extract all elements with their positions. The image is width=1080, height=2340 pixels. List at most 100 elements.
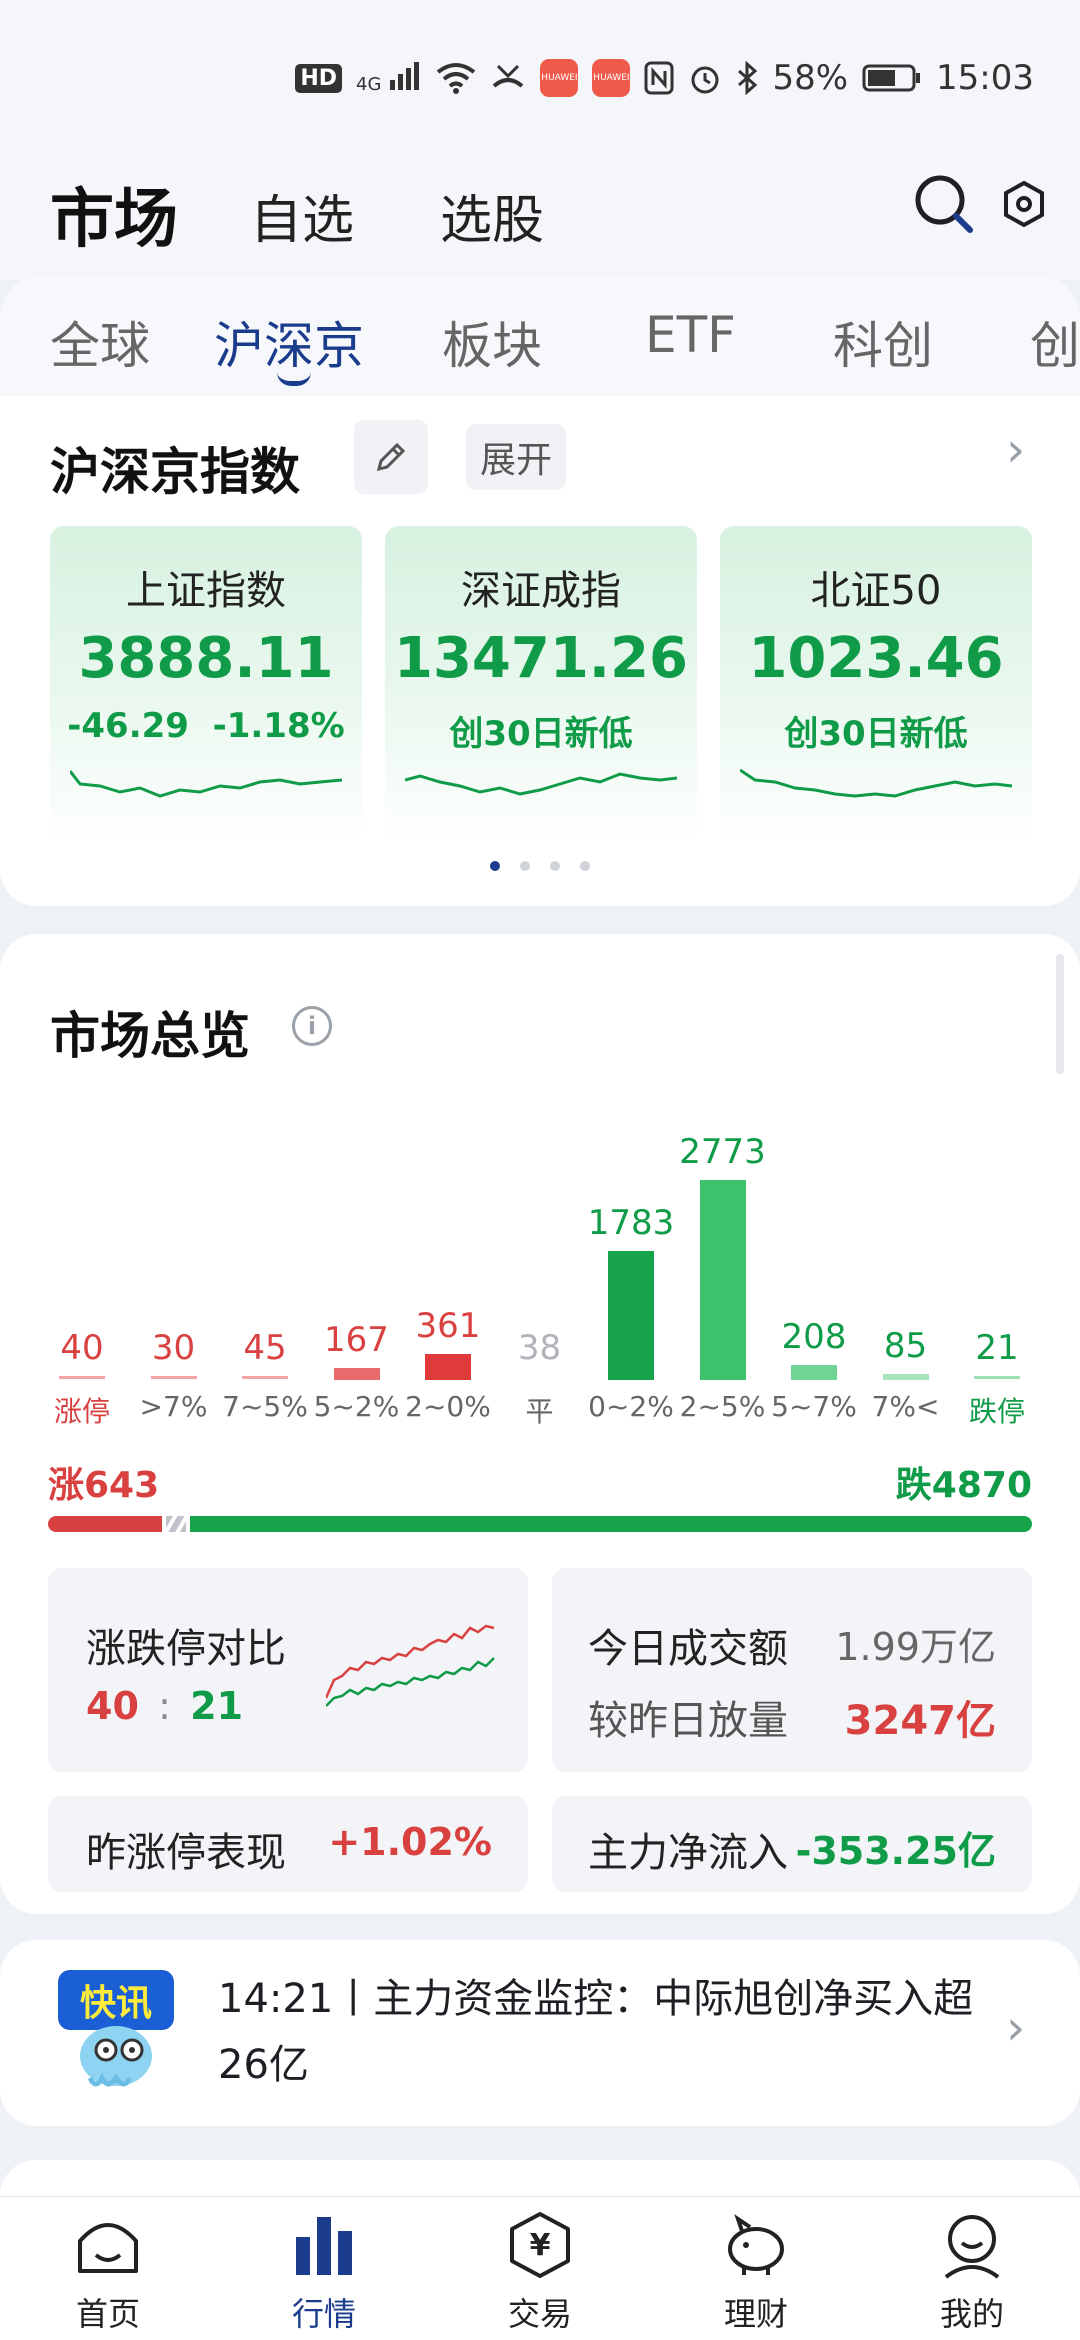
fall-count-label: 跌4870 [895, 1465, 1032, 1506]
tab-hushenjing[interactable]: 沪深京 [214, 306, 364, 378]
turnover-panel[interactable]: 今日成交额 1.99万亿 较昨日放量 3247亿 [552, 1568, 1032, 1772]
edit-button[interactable] [354, 420, 428, 494]
bar-value-label: 167 [324, 1320, 389, 1360]
tab-watchlist[interactable]: 自选 [250, 178, 354, 253]
bar-category-label: 7%< [871, 1390, 940, 1423]
search-icon[interactable] [912, 172, 976, 236]
tab-etf[interactable]: ETF [645, 306, 736, 364]
turnover-title: 今日成交额 [588, 1626, 788, 1672]
nav-market[interactable]: 行情 [244, 2197, 404, 2340]
rise-fall-ratio-bar [48, 1516, 1032, 1532]
index-note: 创30日新低 [449, 714, 633, 754]
bar-value-label: 1783 [587, 1203, 675, 1243]
bar-category-label: 2~0% [405, 1390, 491, 1423]
bar [791, 1365, 837, 1380]
index-section-title: 沪深京指数 [50, 443, 300, 501]
bar [59, 1376, 105, 1379]
status-bar: HD 4G HUAWEI HUAWEI 58% 15:03 [0, 0, 1080, 150]
nav-home[interactable]: 首页 [28, 2197, 188, 2340]
index-note: 创30日新低 [784, 714, 968, 754]
chevron-right-icon[interactable]: › [1006, 2000, 1025, 2056]
bar-value-label: 45 [243, 1328, 287, 1368]
index-sparkline [70, 770, 342, 798]
ratio-bar-fall [190, 1516, 1032, 1532]
tab-chinext[interactable]: 创 [1030, 306, 1080, 378]
bar [242, 1376, 288, 1379]
yuan-hexagon-icon: ¥ [510, 2212, 570, 2278]
tab-global[interactable]: 全球 [50, 306, 150, 378]
index-name: 上证指数 [126, 568, 286, 614]
bar-category-label: 涨停 [53, 1395, 110, 1428]
nav-wealth[interactable]: 理财 [676, 2197, 836, 2340]
yesterday-limit-title: 昨涨停表现 [86, 1830, 286, 1876]
ratio-bar-flat [166, 1516, 186, 1532]
index-tile-beijing[interactable]: 北证50 1023.46 创30日新低 [720, 526, 1032, 846]
bluetooth-icon [738, 61, 758, 95]
news-headline: 14:21丨主力资金监控：中际旭创净买入超26亿 [218, 1976, 974, 2088]
bar-value-label: 21 [975, 1328, 1019, 1368]
turnover-compare-label: 较昨日放量 [588, 1698, 788, 1744]
index-sparkline [405, 772, 677, 796]
bar-value-label: 361 [415, 1306, 481, 1346]
missed-call-icon [493, 64, 524, 88]
tab-star-market[interactable]: 科创 [833, 306, 933, 378]
tab-stock-picker[interactable]: 选股 [440, 178, 544, 253]
hd-icon: HD [295, 63, 343, 93]
distribution-bar-chart: 40 涨停 30 >7% 45 7~5% 167 5~2% 361 2~0% 38 平 1783 0~2%… [0, 934, 1080, 1434]
clock: 15:03 [936, 58, 1034, 98]
bar-category-label: 5~7% [771, 1390, 857, 1423]
index-tile-shenzhen[interactable]: 深证成指 13471.26 创30日新低 [385, 526, 697, 846]
home-icon [78, 2223, 138, 2273]
nav-profile[interactable]: 我的 [892, 2197, 1052, 2340]
page-dot [520, 861, 530, 871]
bar-value-label: 40 [60, 1328, 104, 1368]
news-flash-card[interactable]: 快讯 14:21丨主力资金监控：中际旭创净买入超26亿 › [0, 1940, 1080, 2126]
turnover-value: 1.99万亿 [835, 1625, 996, 1669]
nav-trade[interactable]: ¥ 交易 [460, 2197, 620, 2340]
bar [882, 1374, 929, 1380]
news-flash-badge: 快讯 [58, 1970, 174, 2092]
app-notification-icon: HUAWEI [592, 59, 631, 97]
ratio-bar-rise [48, 1516, 162, 1532]
svg-text:¥: ¥ [530, 2228, 551, 2263]
piggy-bank-icon [728, 2214, 784, 2275]
alarm-icon [691, 66, 719, 94]
page-dot [490, 861, 500, 871]
yesterday-limit-panel[interactable]: 昨涨停表现 +1.02% [48, 1796, 528, 1892]
page-dot [580, 861, 590, 871]
mascot-icon [80, 2026, 152, 2087]
nfc-icon [644, 61, 674, 95]
page-dot [550, 861, 560, 871]
bar-category-label: 5~2% [313, 1390, 400, 1423]
user-avatar-icon [944, 2215, 1000, 2279]
index-section: 沪深京指数 展开 › 上证指数 3888.11 -46.29 -1.18% 深证… [0, 396, 1080, 906]
status-icons: HD 4G HUAWEI HUAWEI 58% 15:03 [295, 58, 1034, 98]
bar [333, 1368, 380, 1380]
index-tile-shanghai[interactable]: 上证指数 3888.11 -46.29 -1.18% [50, 526, 362, 846]
main-flow-value: -353.25亿 [795, 1829, 996, 1873]
limit-compare-panel[interactable]: 涨跌停对比 40 : 21 [48, 1568, 528, 1772]
pencil-icon [376, 442, 406, 472]
bar-category-label: 0~2% [588, 1390, 674, 1423]
wifi-icon [437, 63, 476, 94]
bar-category-label: 平 [525, 1395, 554, 1428]
main-flow-panel[interactable]: 主力净流入 -353.25亿 [552, 1796, 1032, 1892]
limit-compare-title: 涨跌停对比 [86, 1626, 286, 1672]
index-change: -46.29 -1.18% [67, 706, 345, 746]
limit-compare-chart [326, 1624, 495, 1707]
app-notification-icon: HUAWEI [540, 59, 579, 97]
index-sparkline [740, 768, 1012, 798]
bar-category-label: 2~5% [679, 1390, 766, 1423]
bar [699, 1180, 746, 1380]
settings-icon[interactable] [1002, 180, 1046, 228]
bar-value-label: 208 [781, 1317, 847, 1357]
expand-button[interactable]: 展开 [466, 424, 566, 490]
chevron-right-icon[interactable]: › [1006, 422, 1025, 478]
bottom-navigation: 首页 行情 ¥ 交易 理财 我的 [0, 2196, 1080, 2340]
top-header: 市场 自选 选股 [0, 150, 1080, 280]
battery-icon [862, 64, 921, 92]
tab-sectors[interactable]: 板块 [442, 306, 542, 378]
index-name: 北证50 [810, 568, 942, 614]
page-title[interactable]: 市场 [50, 168, 178, 260]
bar-category-label: >7% [139, 1390, 208, 1423]
